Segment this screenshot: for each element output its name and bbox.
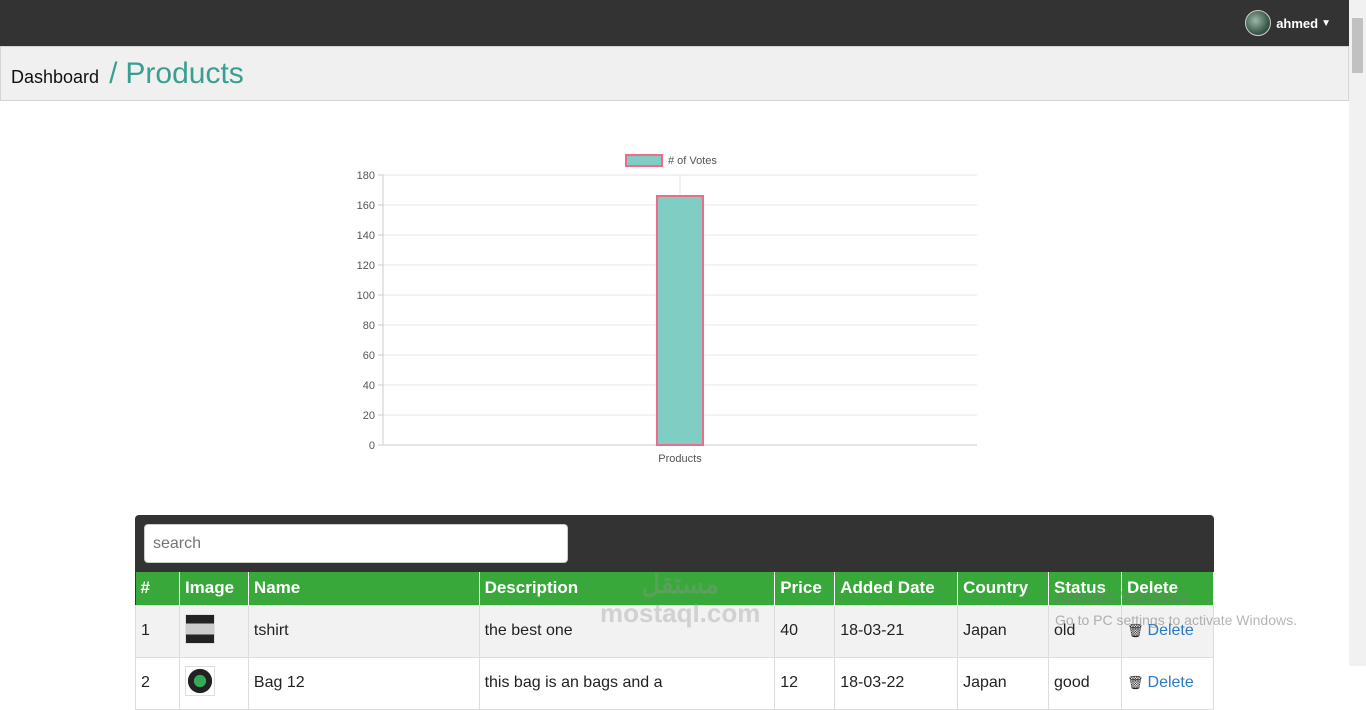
cell-id: 1 — [135, 604, 180, 658]
legend-swatch — [625, 154, 663, 167]
y-tick-label: 0 — [369, 440, 375, 452]
col-header-delete: Delete — [1121, 572, 1214, 605]
cell-image — [178, 656, 249, 710]
username: ahmed — [1276, 15, 1319, 31]
y-tick-label: 140 — [357, 230, 375, 242]
cell-added-date: 18-03-22 — [834, 656, 959, 710]
products-table: # Image Name Description Price Added Dat… — [135, 572, 1214, 710]
delete-link[interactable]: Delete — [1148, 674, 1194, 691]
y-tick-label: 80 — [363, 320, 375, 332]
cell-status: good — [1048, 656, 1122, 710]
table-row: 1 tshirt the best one 40 18-03-21 Japan … — [135, 604, 1214, 658]
col-header-name[interactable]: Name — [248, 572, 480, 605]
chevron-down-icon: ▼ — [1321, 17, 1331, 29]
bar — [656, 195, 704, 446]
y-tick-label: 40 — [363, 380, 375, 392]
breadcrumb: Dashboard / Products — [0, 46, 1349, 101]
col-header-added-date[interactable]: Added Date — [834, 572, 959, 605]
y-tick-label: 120 — [357, 260, 375, 272]
cell-status: old — [1048, 604, 1122, 658]
user-menu[interactable]: ahmed ▼ — [1245, 10, 1331, 36]
products-bar-chart: 0 20 40 60 80 100 120 140 160 180 Products # of Vot… — [357, 154, 977, 465]
cell-name: Bag 12 — [247, 656, 480, 710]
breadcrumb-separator: / — [109, 57, 118, 90]
cell-country: Japan — [957, 604, 1050, 658]
y-tick-label: 160 — [357, 200, 375, 212]
cell-delete: 🗑 Delete — [1121, 604, 1214, 658]
page-title: Products — [125, 57, 244, 90]
breadcrumb-dashboard-link[interactable]: Dashboard — [11, 67, 99, 88]
cell-image — [178, 604, 249, 658]
cell-description: the best one — [478, 604, 776, 658]
bag-image — [184, 665, 215, 696]
cell-id: 2 — [135, 656, 180, 710]
col-header-price[interactable]: Price — [774, 572, 836, 605]
scrollbar-thumb[interactable] — [1352, 18, 1363, 73]
top-navbar: ahmed ▼ — [0, 0, 1349, 46]
legend-label: # of Votes — [668, 155, 717, 167]
table-row: 2 Bag 12 this bag is an bags and a 12 18… — [135, 656, 1214, 710]
search-input[interactable] — [144, 524, 568, 563]
y-tick-label: 180 — [357, 170, 375, 182]
y-tick-label: 100 — [357, 290, 375, 302]
y-tick-label: 20 — [363, 410, 375, 422]
col-header-image[interactable]: Image — [179, 572, 249, 605]
trash-icon: 🗑 — [1127, 623, 1144, 638]
tshirt-image — [184, 613, 215, 644]
y-tick-label: 60 — [363, 350, 375, 362]
cell-delete: 🗑 Delete — [1121, 656, 1214, 710]
x-tick-label: Products — [658, 453, 702, 465]
col-header-id[interactable]: # — [135, 572, 180, 605]
table-header-row: # Image Name Description Price Added Dat… — [135, 572, 1214, 605]
delete-link[interactable]: Delete — [1148, 622, 1194, 639]
col-header-status[interactable]: Status — [1048, 572, 1122, 605]
cell-description: this bag is an bags and a — [478, 656, 776, 710]
cell-price: 12 — [774, 656, 836, 710]
cell-name: tshirt — [247, 604, 480, 658]
col-header-description[interactable]: Description — [479, 572, 776, 605]
trash-icon: 🗑 — [1127, 675, 1144, 690]
cell-price: 40 — [774, 604, 836, 658]
vertical-scrollbar[interactable] — [1349, 0, 1366, 666]
col-header-country[interactable]: Country — [957, 572, 1050, 605]
avatar — [1245, 10, 1272, 36]
cell-added-date: 18-03-21 — [834, 604, 959, 658]
cell-country: Japan — [957, 656, 1050, 710]
